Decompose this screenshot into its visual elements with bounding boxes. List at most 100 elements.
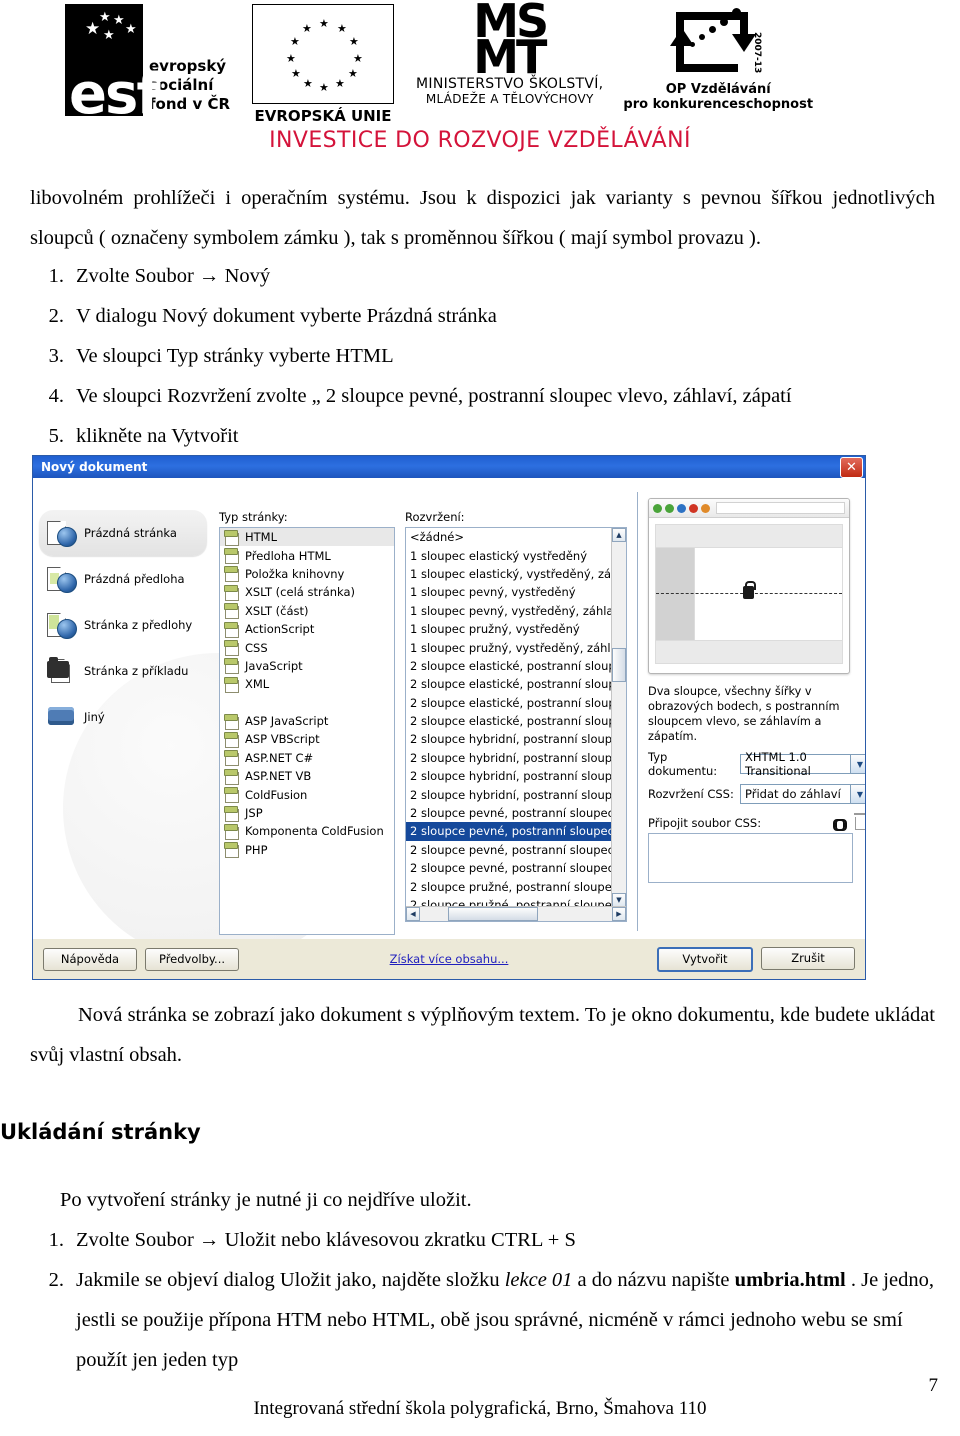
csslayout-select[interactable]: Přidat do záhlaví ▼ xyxy=(740,784,865,804)
csslayout-row: Rozvržení CSS: Přidat do záhlaví ▼ xyxy=(648,784,865,804)
step-text-pre: Jakmile se objeví dialog Uložit jako, na… xyxy=(76,1269,505,1291)
create-button[interactable]: Vytvořit xyxy=(657,946,753,972)
scroll-right-icon[interactable]: ▶ xyxy=(612,907,626,921)
file-icon xyxy=(224,658,239,675)
doctype-select[interactable]: XHTML 1.0 Transitional ▼ xyxy=(740,750,865,778)
page-type-item[interactable]: ActionScript xyxy=(220,620,394,638)
layout-item[interactable]: 1 sloupec elastický vystředěný xyxy=(406,546,612,564)
page-type-item[interactable]: JavaScript xyxy=(220,657,394,675)
page-type-item[interactable]: Předloha HTML xyxy=(220,546,394,565)
layout-item[interactable]: 2 sloupce pevné, postranní sloupec vle xyxy=(406,822,626,841)
category-blank-template[interactable]: Prázdná předloha xyxy=(39,556,207,602)
layout-item[interactable]: 2 sloupce elastické, postranní sloupec v xyxy=(406,712,626,730)
layout-item[interactable]: 2 sloupce hybridní, postranní sloupec v xyxy=(406,730,626,748)
msmt-line-2: MLÁDEŽE A TĚLOVÝCHOVY xyxy=(425,92,594,106)
scrollbar-track[interactable] xyxy=(420,907,612,921)
scrollbar-thumb[interactable] xyxy=(612,648,626,682)
layout-item[interactable]: 2 sloupce elastické, postranní sloupec v xyxy=(406,675,626,693)
page-type-item[interactable]: ASP JavaScript xyxy=(220,712,394,730)
layout-item[interactable]: 1 sloupec elastický, vystředěný, záhlav xyxy=(406,565,626,583)
page-type-item[interactable]: PHP xyxy=(220,841,394,859)
layout-item[interactable]: 2 sloupce hybridní, postranní sloupec v xyxy=(406,767,626,785)
layout-item[interactable]: 2 sloupce hybridní, postranní sloupec v xyxy=(406,749,626,767)
page-type-item[interactable]: ASP.NET C# xyxy=(220,749,394,767)
trash-icon[interactable] xyxy=(854,812,865,830)
layout-item[interactable]: 2 sloupce elastické, postranní sloupec v xyxy=(406,657,626,675)
layout-listbox[interactable]: <žádné> 1 sloupec elastický vystředěný 1 s… xyxy=(405,527,627,922)
chevron-down-icon[interactable]: ▼ xyxy=(850,785,865,803)
list-item: 2. Jakmile se objeví dialog Uložit jako,… xyxy=(30,1260,935,1380)
eu-flag-icon: ★ ★ ★ ★ ★ ★ ★ ★ ★ ★ ★ ★ xyxy=(252,4,395,104)
step-text-mid: a do názvu napište xyxy=(572,1269,735,1291)
layout-item[interactable]: 1 sloupec pružný, vystředěný xyxy=(406,620,612,638)
list-item-number: 5. xyxy=(48,425,64,447)
category-other[interactable]: Jiný xyxy=(39,694,207,740)
link-icon[interactable] xyxy=(833,818,847,831)
layout-item[interactable]: 1 sloupec pevný, vystředěný xyxy=(406,583,612,601)
layout-item[interactable]: <žádné> xyxy=(406,528,612,546)
page-type-item[interactable]: HTML xyxy=(220,528,394,547)
layout-item[interactable]: 2 sloupce pevné, postranní sloupec vle xyxy=(406,804,626,822)
scrollbar-thumb[interactable] xyxy=(448,907,538,921)
help-button[interactable]: Nápověda xyxy=(43,947,137,971)
paragraph-saving: Po vytvoření stránky je nutné ji co nejd… xyxy=(60,1189,472,1211)
scroll-left-icon[interactable]: ◀ xyxy=(406,907,420,921)
page-type-item[interactable]: XSLT (část) xyxy=(220,602,394,620)
dialog-footer: Nápověda Předvolby... Získat více obsahu… xyxy=(33,939,865,979)
esf-wordmark: esf xyxy=(69,61,161,127)
scroll-up-icon[interactable]: ▲ xyxy=(612,528,626,542)
page-type-item[interactable]: ASP.NET VB xyxy=(220,767,394,785)
folder-name: lekce 01 xyxy=(504,1269,573,1291)
layout-item[interactable]: 1 sloupec pevný, vystředěný, záhlaví a xyxy=(406,602,626,620)
doctype-label: Typ dokumentu: xyxy=(648,750,718,778)
file-icon xyxy=(224,805,239,822)
list-item: 5. klikněte na Vytvořit xyxy=(30,416,935,456)
layout-item[interactable]: 1 sloupec pružný, vystředěný, záhlaví xyxy=(406,638,626,656)
page-type-item[interactable]: XML xyxy=(220,675,394,693)
category-page-from-sample[interactable]: Stránka z příkladu xyxy=(39,648,207,694)
layout-item[interactable]: 2 sloupce pružné, postranní sloupec vle xyxy=(406,877,626,895)
attach-css-listbox[interactable] xyxy=(648,833,853,883)
page-type-item-label: XSLT (část) xyxy=(245,603,309,618)
category-blank-page[interactable]: Prázdná stránka xyxy=(39,510,207,556)
page-type-listbox[interactable]: HTML Předloha HTML Položka knihovny XSLT (c… xyxy=(219,527,395,935)
list-item-number: 1. xyxy=(48,265,64,287)
cancel-button[interactable]: Zrušit xyxy=(761,946,855,970)
page-type-item[interactable]: Komponenta ColdFusion xyxy=(220,822,394,840)
page-type-item[interactable]: Položka knihovny xyxy=(220,565,394,583)
page-type-item[interactable]: ASP VBScript xyxy=(220,730,394,748)
preview-main-region xyxy=(695,548,842,640)
scroll-down-icon[interactable]: ▼ xyxy=(612,893,626,907)
page-type-item[interactable]: ColdFusion xyxy=(220,785,394,804)
layout-item-label: 2 sloupce elastické, postranní sloupec v xyxy=(410,714,627,729)
chevron-down-icon[interactable]: ▼ xyxy=(850,755,865,773)
list-item-number: 3. xyxy=(48,345,64,367)
page-type-item-label: ASP.NET VB xyxy=(245,769,312,784)
new-document-dialog: Nový dokument ✕ Prázdná stránka Prázdná … xyxy=(32,455,866,980)
category-page-from-template[interactable]: Stránka z předlohy xyxy=(39,602,207,648)
esf-line-2: sociální xyxy=(149,75,214,94)
layout-item[interactable]: 2 sloupce pevné, postranní sloupec vpr xyxy=(406,841,626,859)
page-type-item[interactable]: JSP xyxy=(220,804,394,822)
page-type-item[interactable]: XSLT (celá stránka) xyxy=(220,583,394,601)
attach-css-row: Připojit soubor CSS: xyxy=(648,812,865,831)
layout-horizontal-scrollbar[interactable]: ◀ ▶ xyxy=(406,906,626,921)
preferences-button[interactable]: Předvolby... xyxy=(145,947,239,971)
layout-item-label: 2 sloupce pevné, postranní sloupec vpr xyxy=(410,861,627,876)
category-label: Prázdná stránka xyxy=(84,526,177,540)
layout-item[interactable]: 2 sloupce hybridní, postranní sloupec v xyxy=(406,785,626,803)
dialog-body: Prázdná stránka Prázdná předloha Stránka… xyxy=(33,478,865,939)
page-footer: Integrovaná střední škola polygrafická, … xyxy=(253,1398,707,1419)
category-list: Prázdná stránka Prázdná předloha Stránka… xyxy=(39,510,207,740)
layout-vertical-scrollbar[interactable]: ▲ ▼ xyxy=(611,528,626,921)
layout-preview xyxy=(648,498,850,674)
layout-item[interactable]: 2 sloupce pevné, postranní sloupec vpr xyxy=(406,859,626,877)
layout-label: Rozvržení: xyxy=(405,510,465,524)
msmt-mark-bottom: MT xyxy=(473,30,547,84)
list-item: 1. Zvolte Soubor → Nový xyxy=(30,256,935,296)
get-more-content-link[interactable]: Získat více obsahu... xyxy=(390,952,509,966)
page-type-item[interactable]: CSS xyxy=(220,638,394,657)
layout-item[interactable]: 2 sloupce elastické, postranní sloupec v xyxy=(406,694,626,712)
close-icon[interactable]: ✕ xyxy=(840,457,863,478)
